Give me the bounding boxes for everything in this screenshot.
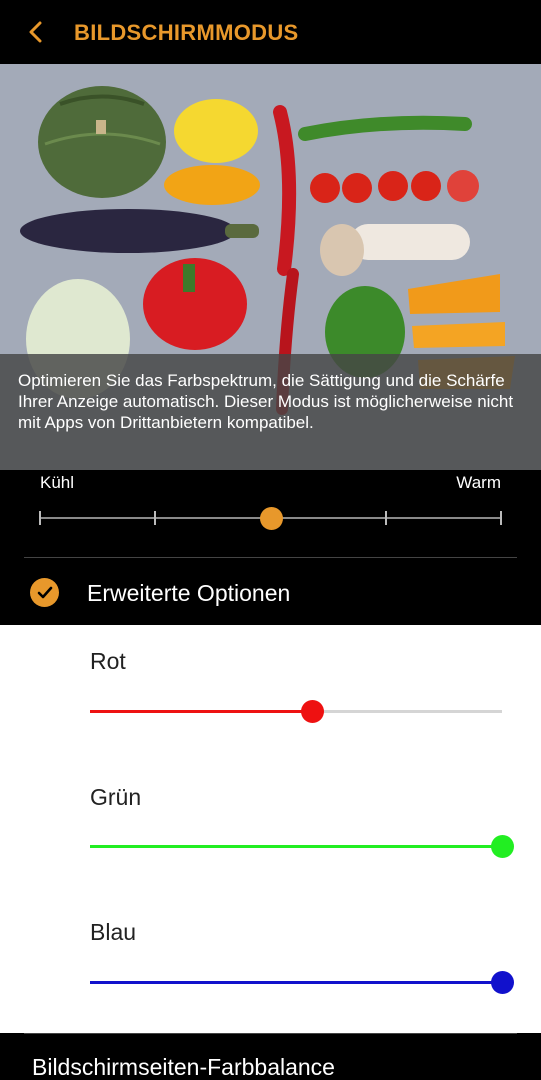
slider-tick <box>385 511 387 525</box>
warm-label: Warm <box>456 473 501 492</box>
blue-slider-fill <box>90 981 502 984</box>
green-slider-track[interactable] <box>90 845 502 848</box>
red-slider-thumb[interactable] <box>300 700 324 723</box>
blue-slider-thumb[interactable] <box>490 971 514 994</box>
blue-slider-track[interactable] <box>90 981 502 984</box>
green-slider-thumb[interactable] <box>490 835 514 858</box>
slider-tick <box>154 511 156 525</box>
green-slider-fill <box>90 845 502 848</box>
green-label: Grün <box>90 784 142 810</box>
chevron-left-icon <box>29 21 42 43</box>
back-button[interactable] <box>18 14 54 50</box>
rgb-panel <box>0 625 541 1033</box>
check-glyph-icon <box>37 586 52 599</box>
cool-label: Kühl <box>40 473 75 492</box>
red-slider-track[interactable] <box>90 710 502 713</box>
section-divider <box>24 1033 517 1034</box>
slider-tick <box>39 511 41 525</box>
page-title: BILDSCHIRMMODUS <box>74 20 299 45</box>
mode-description: Optimieren Sie das Farbspektrum, die Sät… <box>18 371 514 432</box>
section-divider <box>24 557 517 558</box>
red-slider-fill <box>90 710 313 713</box>
blue-label: Blau <box>90 919 137 945</box>
advanced-options-label: Erweiterte Optionen <box>87 580 291 606</box>
slider-tick <box>500 511 502 525</box>
temperature-slider-thumb[interactable] <box>259 507 283 530</box>
app-bar: BILDSCHIRMMODUS <box>0 0 541 64</box>
preview-image: Optimieren Sie das Farbspektrum, die Sät… <box>0 64 541 470</box>
red-label: Rot <box>90 648 126 674</box>
checkmark-icon[interactable] <box>30 578 59 607</box>
edge-color-balance-item[interactable]: Bildschirmseiten-Farbbalance <box>32 1054 335 1080</box>
